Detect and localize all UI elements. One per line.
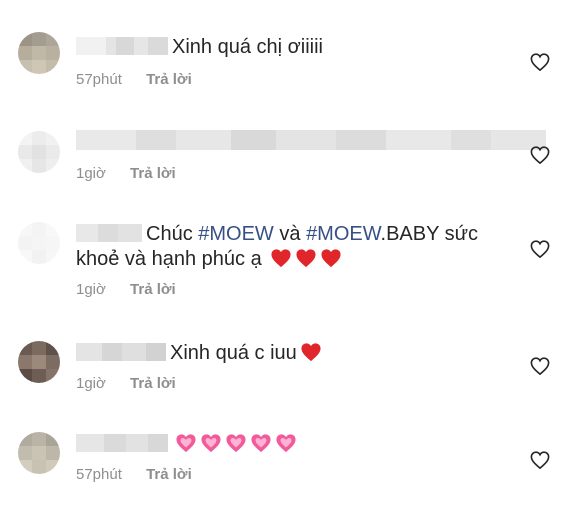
red-heart-emoji [320, 248, 342, 268]
comment-meta: 57phút Trả lời [76, 71, 192, 88]
heart-outline-icon[interactable] [530, 53, 550, 72]
red-heart-emoji [270, 248, 292, 268]
sparkling-heart-emoji [175, 433, 197, 453]
heart-outline-icon[interactable] [530, 451, 550, 470]
comment-body: Xinh quá chị ơiiiii [172, 36, 323, 58]
heart-outline-icon[interactable] [530, 146, 550, 165]
comment-meta: 1giờ Trả lời [76, 375, 176, 392]
comment-time[interactable]: 1giờ [76, 165, 106, 182]
username[interactable] [76, 433, 168, 452]
comment-time[interactable]: 1giờ [76, 375, 106, 392]
username[interactable] [76, 223, 142, 242]
comment-text: Chúc #MOEW và #MOEW.BABY sức [76, 221, 478, 247]
comment-time[interactable]: 1giờ [76, 281, 106, 298]
blurred-comment-text [76, 130, 546, 150]
comment-body: Xinh quá c iuu [170, 342, 297, 364]
sparkling-heart-emoji [275, 433, 297, 453]
avatar[interactable] [18, 131, 60, 173]
reply-button[interactable]: Trả lời [146, 71, 192, 88]
hashtag-link[interactable]: #MOEW [306, 223, 380, 245]
reply-button[interactable]: Trả lời [146, 466, 192, 483]
hashtag-link[interactable]: #MOEW [198, 223, 274, 245]
reply-button[interactable]: Trả lời [130, 375, 176, 392]
sparkling-heart-emoji [250, 433, 272, 453]
comment-text: Xinh quá chị ơiiiii [76, 34, 323, 60]
red-heart-emoji [295, 248, 317, 268]
comment-body-line2: khoẻ và hạnh phúc ạ [76, 248, 262, 270]
comment-time[interactable]: 57phút [76, 466, 122, 483]
comment-body-suffix: .BABY sức [380, 223, 479, 245]
username[interactable] [76, 342, 166, 361]
username[interactable] [76, 36, 168, 55]
comment-time[interactable]: 57phút [76, 71, 122, 88]
comment-meta: 1giờ Trả lời [76, 165, 176, 182]
avatar[interactable] [18, 341, 60, 383]
comment-text: Xinh quá c iuu [76, 340, 322, 366]
comment-text-line-2: khoẻ và hạnh phúc ạ [76, 246, 342, 272]
comment-body-mid: và [273, 223, 307, 245]
sparkling-heart-emoji [225, 433, 247, 453]
sparkling-heart-emoji [200, 433, 222, 453]
red-heart-emoji [300, 342, 322, 362]
avatar[interactable] [18, 222, 60, 264]
comment-meta: 1giờ Trả lời [76, 281, 176, 298]
avatar[interactable] [18, 32, 60, 74]
comment-meta: 57phút Trả lời [76, 466, 192, 483]
heart-outline-icon[interactable] [530, 357, 550, 376]
comment-body-prefix: Chúc [146, 223, 199, 245]
comment-text [76, 431, 297, 457]
reply-button[interactable]: Trả lời [130, 165, 176, 182]
avatar[interactable] [18, 432, 60, 474]
heart-outline-icon[interactable] [530, 240, 550, 259]
reply-button[interactable]: Trả lời [130, 281, 176, 298]
